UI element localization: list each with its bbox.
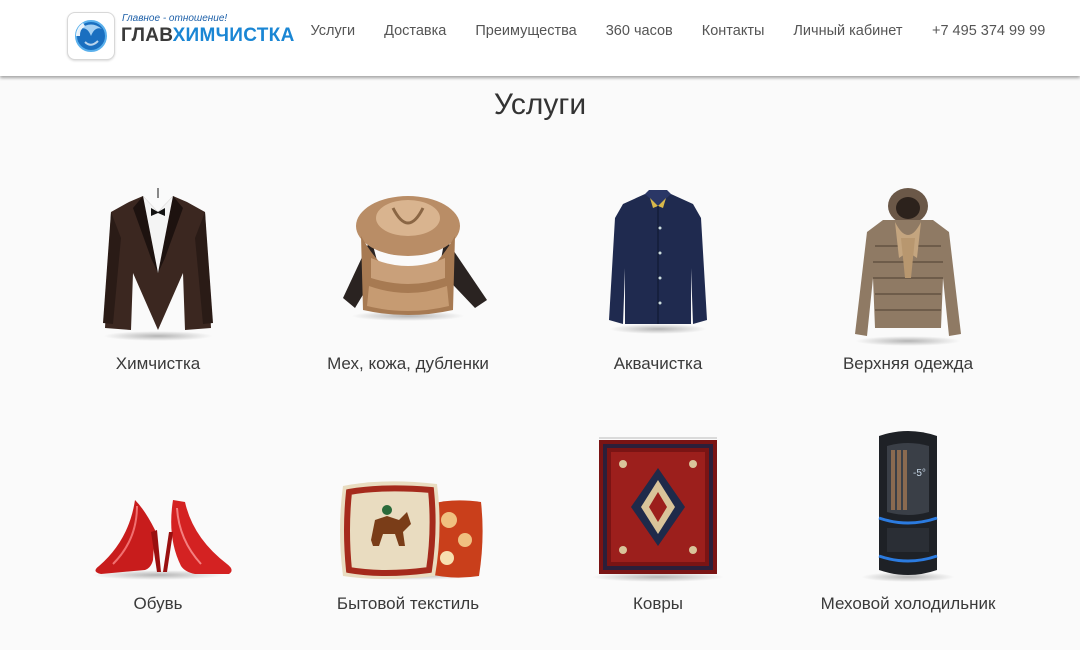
shoes-icon	[95, 500, 232, 574]
service-label: Аквачистка	[613, 354, 703, 373]
main-nav: Услуги Доставка Преимущества 360 часов К…	[296, 21, 1060, 41]
logo[interactable]: Главное - отношение! ГЛАВХИМЧИСТКА	[67, 12, 294, 62]
logo-tagline: Главное - отношение!	[122, 13, 228, 24]
svg-text:-5°: -5°	[913, 468, 926, 479]
service-card-footwear[interactable]: Обувь	[33, 420, 283, 613]
service-label: Ковры	[632, 594, 684, 613]
service-card-carpets[interactable]: Ковры	[533, 420, 783, 613]
logo-name: ГЛАВХИМЧИСТКА	[121, 25, 295, 47]
service-label: Бытовой текстиль	[336, 594, 480, 613]
pillows-icon	[340, 481, 483, 579]
carpet-icon	[599, 437, 717, 574]
service-label: Верхняя одежда	[842, 354, 974, 373]
nav-link-delivery[interactable]: Доставка	[370, 21, 461, 41]
service-label: Обувь	[133, 594, 183, 613]
service-label: Меховой холодильник	[820, 594, 996, 613]
nav-link-360-hours[interactable]: 360 часов	[591, 21, 687, 41]
suit-icon	[103, 188, 213, 330]
service-label: Мех, кожа, дубленки	[327, 354, 489, 373]
logo-badge-icon	[67, 12, 115, 60]
shirt-icon	[609, 190, 707, 324]
fur-fridge-icon: -5°	[878, 431, 938, 575]
down-jacket-icon	[855, 188, 961, 336]
nav-link-contacts[interactable]: Контакты	[687, 21, 779, 41]
fur-coat-icon	[343, 196, 487, 315]
nav-link-account[interactable]: Личный кабинет	[779, 21, 917, 41]
service-card-aqua-cleaning[interactable]: Аквачистка	[533, 178, 783, 373]
service-card-home-textile[interactable]: Бытовой текстиль	[283, 420, 533, 613]
nav-link-services[interactable]: Услуги	[296, 21, 370, 41]
service-card-fur-fridge[interactable]: -5° Меховой холодильник	[783, 420, 1033, 613]
phone-link[interactable]: +7 495 374 99 99	[917, 21, 1060, 41]
nav-link-advantages[interactable]: Преимущества	[461, 21, 591, 41]
logo-name-part1: ГЛАВ	[121, 25, 173, 46]
service-label: Химчистка	[115, 354, 201, 373]
logo-name-part2: ХИМЧИСТКА	[172, 25, 295, 46]
site-header: Главное - отношение! ГЛАВХИМЧИСТКА Услуг…	[0, 0, 1080, 76]
services-grid: Химчистка Мех, кожа, дубленки Аквачистка…	[0, 0, 1080, 650]
service-card-outerwear[interactable]: Верхняя одежда	[783, 178, 1033, 373]
service-card-dry-cleaning[interactable]: Химчистка	[33, 178, 283, 373]
service-card-fur-leather[interactable]: Мех, кожа, дубленки	[283, 178, 533, 373]
